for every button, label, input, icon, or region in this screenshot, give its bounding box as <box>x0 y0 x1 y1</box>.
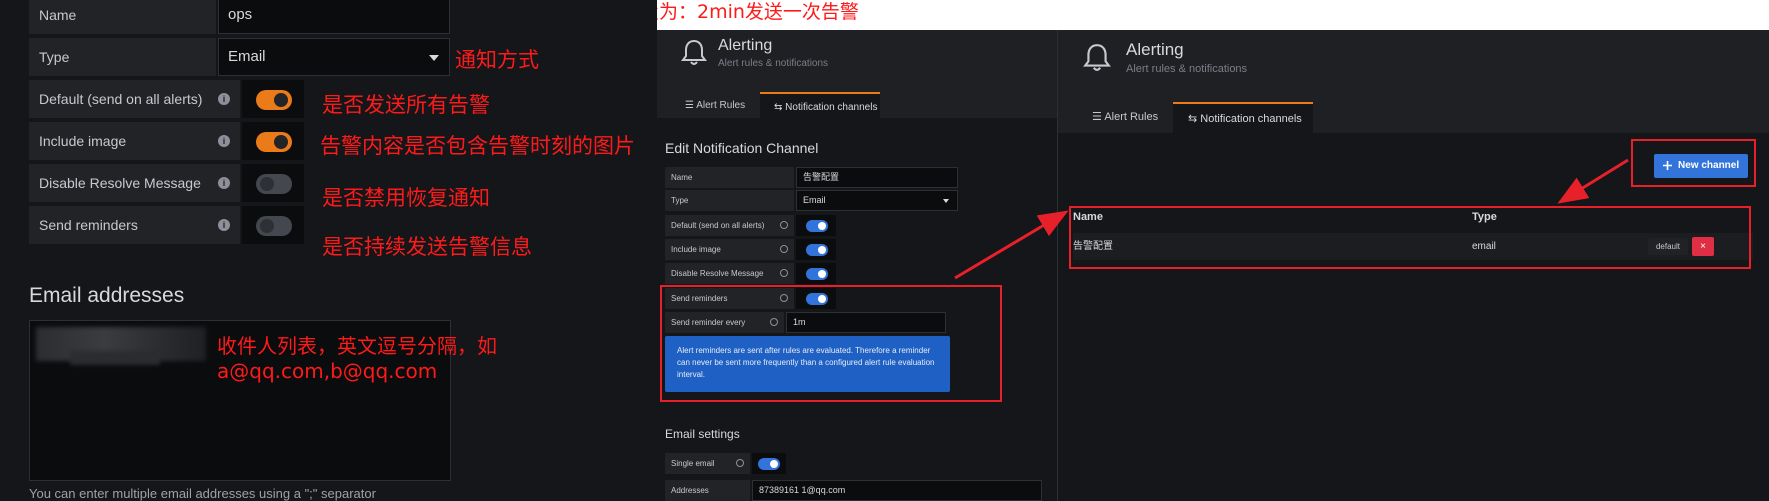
annotation-send-reminders: 是否持续发送告警信息 <box>322 235 532 259</box>
type-select[interactable]: Email <box>796 190 958 211</box>
addresses-input[interactable]: 87389161 1@qq.com <box>752 480 1042 501</box>
highlight-channel-table-box <box>1069 206 1751 269</box>
name-row: Name 告警配置 <box>665 167 958 188</box>
page-header: Alerting Alert rules & notifications ☰ A… <box>657 30 1057 119</box>
default-toggle[interactable] <box>806 220 828 232</box>
type-value: Email <box>228 48 266 65</box>
bell-icon <box>681 39 707 65</box>
list-icon: ☰ <box>685 100 697 111</box>
redacted-email <box>70 351 160 365</box>
tab-notification-channels[interactable]: ⇆ Notification channels <box>1173 102 1313 133</box>
info-icon <box>780 245 788 253</box>
annotation-default: 是否发送所有告警 <box>322 93 490 117</box>
include-image-toggle[interactable] <box>256 132 292 152</box>
single-email-label: Single email <box>671 459 715 468</box>
page-title: Alerting <box>1126 40 1184 59</box>
tab-alert-rules[interactable]: ☰ Alert Rules <box>671 92 761 119</box>
annotation-disable-resolve: 是否禁用恢复通知 <box>322 186 490 210</box>
include-image-toggle[interactable] <box>806 244 828 256</box>
info-icon <box>780 269 788 277</box>
disable-resolve-toggle[interactable] <box>806 268 828 280</box>
name-row: Name ops <box>29 0 450 34</box>
page-header: Alerting Alert rules & notifications ☰ A… <box>1058 30 1769 133</box>
highlight-new-channel-box <box>1631 139 1756 187</box>
annotation-recipients-2: a@qq.com,b@qq.com <box>217 359 438 383</box>
tab-notification-channels[interactable]: ⇆ Notification channels <box>760 92 880 119</box>
info-icon: i <box>218 93 230 105</box>
toggle-row-disable-resolve: Disable Resolve Message i <box>29 164 304 202</box>
edit-channel-title: Edit Notification Channel <box>665 140 819 156</box>
type-label: Type <box>29 38 216 76</box>
list-icon: ☰ <box>1092 111 1105 123</box>
include-image-label: Include image <box>671 245 721 254</box>
toggle-row-default: Default (send on all alerts) <box>665 215 836 236</box>
include-image-label: Include image <box>39 133 127 149</box>
default-label: Default (send on all alerts) <box>39 91 203 107</box>
email-settings-title: Email settings <box>665 427 740 441</box>
name-input[interactable]: 告警配置 <box>796 167 958 188</box>
name-label: Name <box>29 0 216 34</box>
bell-icon <box>1083 44 1111 71</box>
channel-icon: ⇆ <box>774 102 786 113</box>
info-icon: i <box>218 219 230 231</box>
disable-resolve-label: Disable Resolve Message <box>671 269 764 278</box>
page-title: Alerting <box>718 37 773 54</box>
addresses-label: Addresses <box>665 480 750 501</box>
name-label: Name <box>665 167 794 188</box>
disable-resolve-toggle[interactable] <box>256 174 292 194</box>
chevron-down-icon <box>429 55 439 61</box>
page-subtitle: Alert rules & notifications <box>718 58 829 69</box>
default-toggle[interactable] <box>256 90 292 110</box>
info-icon <box>736 459 744 467</box>
info-icon: i <box>218 177 230 189</box>
send-reminders-toggle[interactable] <box>256 216 292 236</box>
name-input[interactable]: ops <box>218 0 450 34</box>
type-select[interactable]: Email <box>218 38 450 76</box>
type-row: Type Email <box>29 38 450 76</box>
toggle-row-default: Default (send on all alerts) i <box>29 80 304 118</box>
edit-channel-panel: Alerting Alert rules & notifications ☰ A… <box>657 30 1057 501</box>
tab-alert-rules[interactable]: ☰ Alert Rules <box>1077 102 1169 133</box>
addresses-row: Addresses 87389161 1@qq.com <box>665 480 1042 501</box>
annotation-recipients-1: 收件人列表，英文逗号分隔，如 <box>217 334 497 358</box>
annotation-include-image: 告警内容是否包含告警时刻的图片 <box>320 134 635 158</box>
type-row: Type Email <box>665 190 958 211</box>
single-email-row: Single email <box>665 453 786 474</box>
channel-icon: ⇆ <box>1188 113 1201 125</box>
annotation-type: 通知方式 <box>455 48 539 72</box>
default-label: Default (send on all alerts) <box>671 221 765 230</box>
info-icon <box>780 221 788 229</box>
highlight-reminders-box <box>660 285 1002 402</box>
chevron-down-icon <box>943 199 949 203</box>
type-label: Type <box>665 190 794 211</box>
info-icon: i <box>218 135 230 147</box>
email-hint: You can enter multiple email addresses u… <box>29 486 376 501</box>
toggle-row-include-image: Include image i <box>29 122 304 160</box>
toggle-row-include-image: Include image <box>665 239 836 260</box>
single-email-toggle[interactable] <box>758 458 780 470</box>
toggle-row-send-reminders: Send reminders i <box>29 206 304 244</box>
email-section-title: Email addresses <box>29 284 185 307</box>
toggle-row-disable-resolve: Disable Resolve Message <box>665 263 836 284</box>
page-subtitle: Alert rules & notifications <box>1126 63 1248 75</box>
disable-resolve-label: Disable Resolve Message <box>39 175 201 191</box>
send-reminders-label: Send reminders <box>39 217 138 233</box>
